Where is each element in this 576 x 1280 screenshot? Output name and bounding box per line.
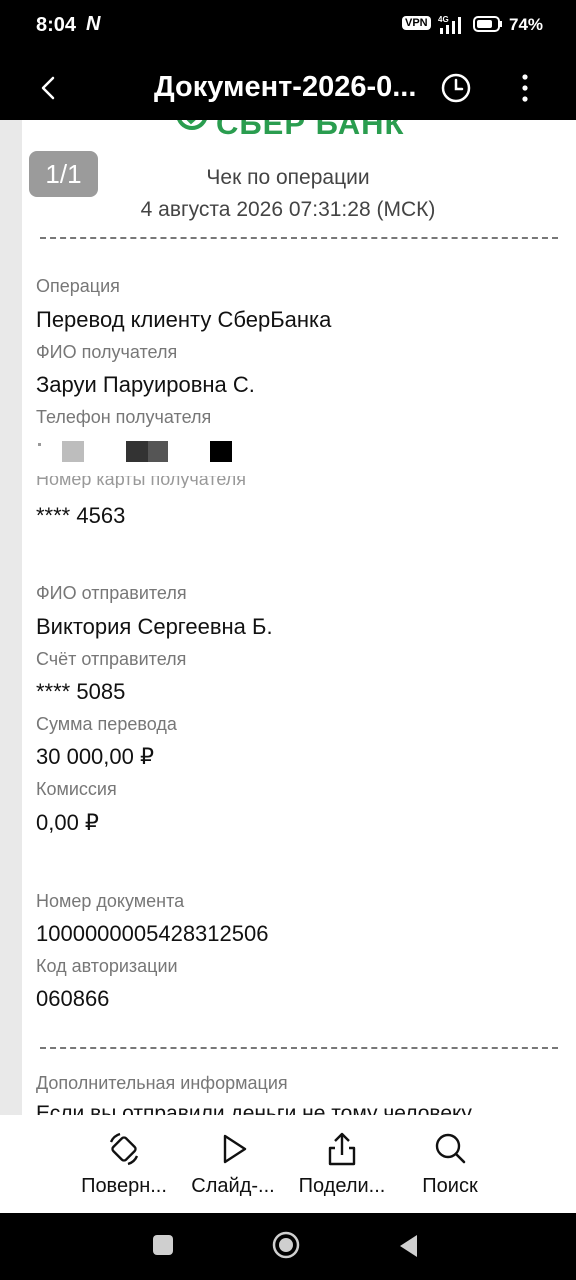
share-label: Подели... (298, 1175, 386, 1197)
slideshow-button[interactable]: Слайд-... (178, 1131, 288, 1198)
field-value-operation: Перевод клиенту СберБанка (36, 307, 332, 332)
search-label: Поиск (422, 1175, 478, 1197)
redaction-block (62, 441, 84, 462)
history-clock-icon[interactable] (440, 72, 472, 104)
additional-info-text: Если вы отправили деньги не тому человек… (36, 1102, 472, 1115)
share-button[interactable]: Подели... (287, 1131, 397, 1198)
field-value-recipient-name: Заруи Паруировна С. (36, 372, 255, 397)
vpn-badge: VPN (402, 16, 431, 30)
divider (40, 237, 558, 239)
field-label-recipient-name: ФИО получателя (36, 342, 178, 362)
field-value-auth-code: 060866 (36, 986, 110, 1011)
additional-info-label: Дополнительная информация (36, 1073, 288, 1093)
app-bar: Документ-2026-0... (0, 54, 576, 120)
receipt-datetime: 4 августа 2026 07:31:28 (МСК) (140, 198, 436, 221)
field-label-sender-name: ФИО отправителя (36, 583, 187, 603)
notification-icon: N (86, 13, 101, 35)
status-bar: 8:04 N VPN 4G 74% (0, 0, 576, 54)
receipt-title: Чек по операции (206, 166, 370, 189)
field-value-amount: 30 000,00 ₽ (36, 744, 154, 769)
redaction-block (38, 443, 41, 446)
signal-icon: 4G (438, 15, 461, 34)
rotate-label: Поверн... (81, 1175, 167, 1197)
sber-logo-icon (177, 120, 207, 130)
document-title: Документ-2026-0... (154, 71, 417, 103)
field-label-recipient-phone: Телефон получателя (36, 407, 212, 427)
rotate-button[interactable]: Поверн... (69, 1131, 179, 1198)
home-icon[interactable] (271, 1230, 301, 1260)
system-nav-bar (0, 1213, 576, 1280)
more-options-icon[interactable] (515, 72, 535, 104)
slideshow-label: Слайд-... (191, 1175, 275, 1197)
recents-icon[interactable] (153, 1235, 173, 1255)
field-label-commission: Комиссия (36, 779, 117, 799)
network-label: 4G (438, 15, 449, 24)
back-triangle-icon[interactable] (397, 1233, 419, 1259)
field-label-operation: Операция (36, 276, 120, 296)
redaction-block (126, 441, 148, 462)
battery-percent: 74% (509, 15, 544, 34)
share-icon (328, 1132, 356, 1166)
divider (40, 1047, 558, 1049)
field-label-amount: Сумма перевода (36, 714, 177, 734)
field-value-sender-account: **** 5085 (36, 679, 126, 704)
search-button[interactable]: Поиск (395, 1131, 505, 1198)
status-time: 8:04 (36, 14, 77, 36)
field-value-commission: 0,00 ₽ (36, 810, 99, 835)
field-value-document-number: 1000000005428312506 (36, 921, 269, 946)
battery-icon (473, 16, 502, 32)
play-icon (223, 1134, 247, 1164)
field-label-document-number: Номер документа (36, 891, 185, 911)
redaction-block (210, 441, 232, 462)
search-icon (435, 1133, 466, 1164)
field-label-recipient-card-partial: Номер карты получателя (36, 476, 247, 488)
bottom-toolbar: Поверн... Слайд-... Подели... Поиск (0, 1115, 576, 1213)
field-label-auth-code: Код авторизации (36, 956, 178, 976)
page-edge (0, 120, 22, 1115)
field-value-recipient-card: **** 4563 (36, 503, 126, 528)
document-viewer[interactable]: СБЕР БАНК 1/1 Чек по операции 4 августа … (0, 120, 576, 1115)
redaction-block (148, 441, 168, 462)
back-arrow-icon[interactable] (38, 76, 60, 100)
field-label-sender-account: Счёт отправителя (36, 649, 187, 669)
field-value-sender-name: Виктория Сергеевна Б. (36, 614, 273, 639)
rotate-icon (109, 1132, 139, 1166)
bank-logo-text: СБЕР БАНК (216, 120, 405, 141)
